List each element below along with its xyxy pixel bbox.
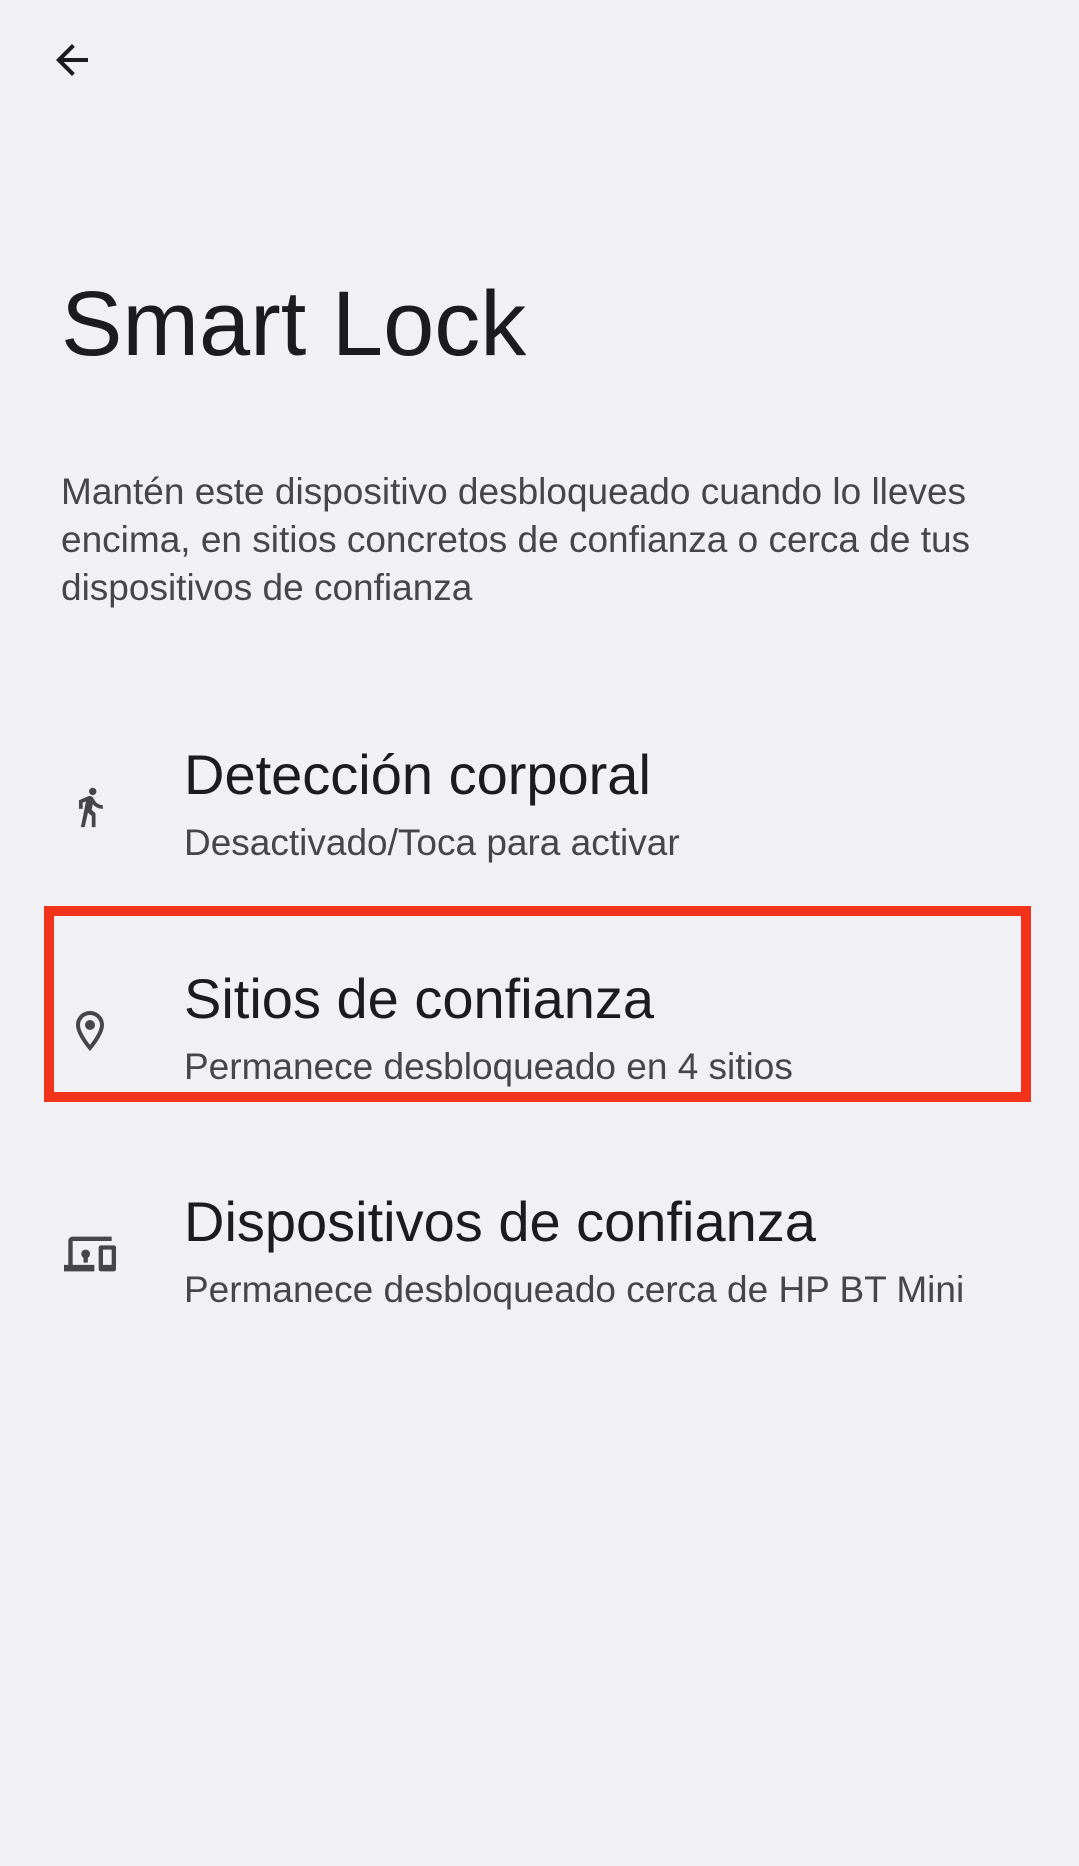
setting-item-summary: Permanece desbloqueado en 4 sitios [184, 1046, 793, 1087]
setting-item-summary: Permanece desbloqueado cerca de HP BT Mi… [184, 1269, 965, 1310]
location-pin-icon [60, 1001, 120, 1061]
setting-item-title: Detección corporal [184, 743, 651, 806]
walking-person-icon [60, 777, 120, 837]
setting-item-trusted-places[interactable]: Sitios de confianza Permanece desbloquea… [0, 927, 1079, 1135]
setting-item-trusted-devices[interactable]: Dispositivos de confianza Permanece desb… [0, 1150, 1079, 1358]
arrow-back-icon [48, 36, 96, 89]
back-button[interactable] [36, 26, 108, 98]
setting-item-summary: Desactivado/Toca para activar [184, 822, 680, 863]
setting-item-body-detection[interactable]: Detección corporal Desactivado/Toca para… [0, 703, 1079, 911]
setting-item-title: Sitios de confianza [184, 967, 655, 1030]
page-description: Mantén este dispositivo desbloqueado cua… [61, 471, 971, 608]
devices-icon [60, 1224, 120, 1284]
page-title: Smart Lock [61, 273, 527, 375]
setting-item-title: Dispositivos de confianza [184, 1190, 816, 1253]
